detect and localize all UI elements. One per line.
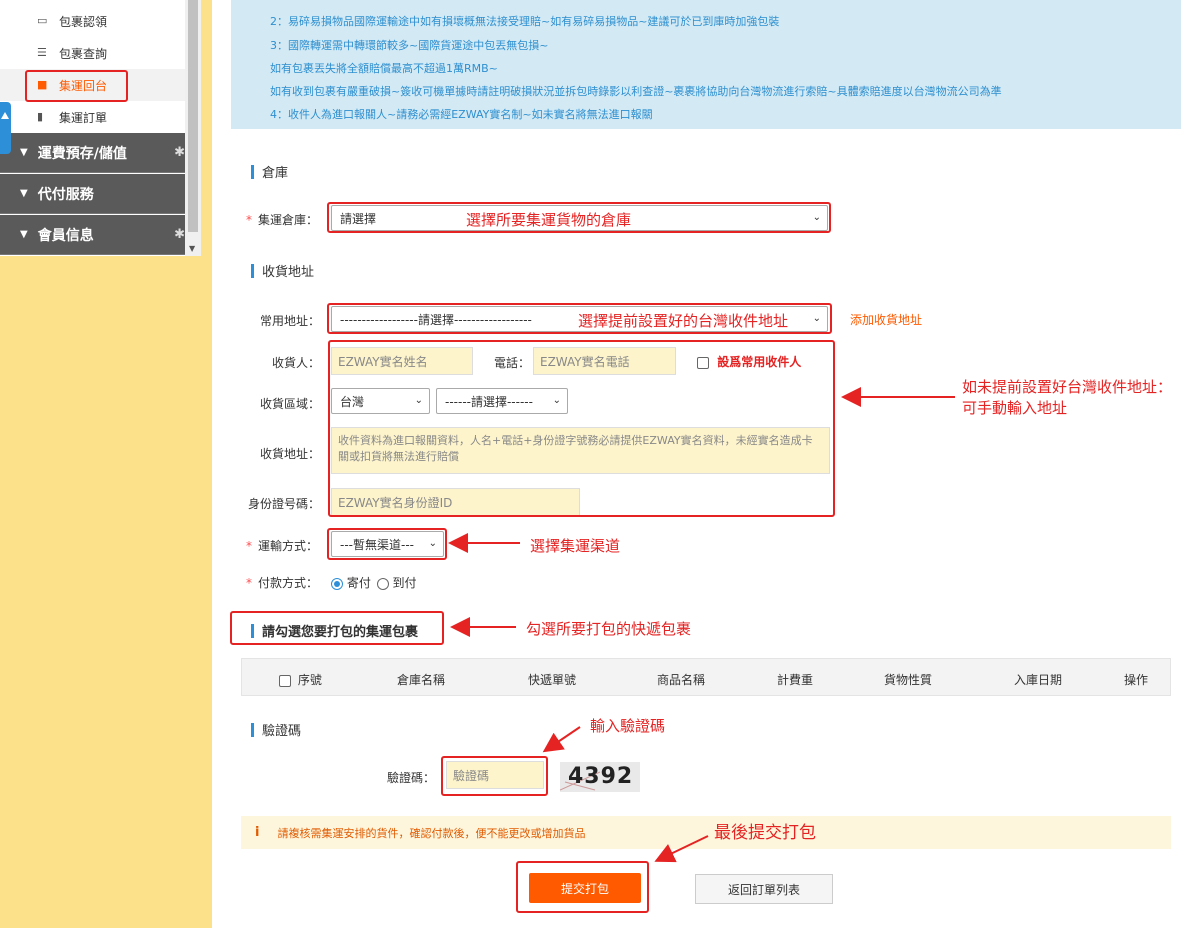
annotation-common-address: 選擇提前設置好的台灣收件地址 (578, 312, 789, 330)
highlight-box-shipping (327, 528, 447, 560)
book-icon: ▮ (37, 110, 44, 123)
column-header-index[interactable]: 序號 (279, 671, 322, 688)
column-header-date: 入庫日期 (1014, 673, 1063, 687)
column-header-weight: 計費重 (777, 673, 814, 687)
sidebar-group-label: 會員信息 (37, 227, 94, 244)
highlight-box-submit (516, 861, 649, 913)
confirm-warning: i 請複核需集運安排的貨件，確認付款後，便不能更改或增加貨品 (241, 816, 1171, 849)
section-title-captcha: 驗證碼 (251, 720, 301, 739)
address-label: 收貨地址： (260, 447, 321, 461)
add-address-link[interactable]: 添加收貨地址 (850, 311, 922, 328)
column-header-warehouse: 倉庫名稱 (397, 673, 446, 687)
annotation-packages: 勾選所要打包的快遞包裹 (526, 620, 692, 638)
info-icon: i (255, 825, 260, 840)
annotation-warehouse: 選擇所要集運貨物的倉庫 (466, 211, 632, 229)
highlight-box-captcha (441, 756, 548, 796)
arrow-captcha (542, 726, 581, 753)
gear-icon: ✱ (174, 227, 185, 242)
notice-line: 如有收到包裹有嚴重破損~簽收可機單據時請註明破損狀況並拆包時錄影以利查證~裹裹將… (270, 85, 1002, 98)
payment-radio-group: 寄付 到付 (331, 574, 417, 591)
gear-icon: ✱ (174, 145, 185, 160)
highlight-box-sidebar (25, 70, 128, 102)
captcha-image[interactable]: 4392 (560, 762, 640, 792)
captcha-text: 4392 (568, 764, 634, 789)
shipping-method-label: * 運輸方式： (246, 539, 319, 553)
highlight-box-packages (230, 611, 444, 645)
sidebar-item-label: 包裹認領 (59, 14, 108, 29)
warehouse-label: * 集運倉庫： (246, 213, 319, 227)
sidebar-item-shipping-orders[interactable]: ▮ 集運訂單 (0, 101, 185, 133)
common-address-label: 常用地址： (260, 314, 321, 328)
payment-option-collect-radio[interactable] (376, 577, 389, 590)
column-header-cargo-type: 貨物性質 (884, 673, 933, 687)
column-header-tracking: 快遞單號 (528, 673, 577, 687)
sidebar-item-package-claim[interactable]: ▭ 包裹認領 (0, 5, 185, 37)
inbox-icon: ▭ (37, 14, 48, 27)
annotation-manual-address-line2: 可手動輸入地址 (962, 399, 1068, 417)
column-header-product: 商品名稱 (657, 673, 706, 687)
annotation-captcha: 輸入驗證碼 (590, 717, 666, 735)
caret-down-icon: ▼ (20, 147, 28, 158)
sidebar-item-label: 包裹查詢 (59, 46, 108, 61)
column-header-actions: 操作 (1124, 673, 1149, 687)
collapse-tab-button[interactable] (0, 102, 11, 154)
sidebar-group-label: 代付服務 (37, 186, 94, 203)
back-to-orders-button[interactable]: 返回訂單列表 (695, 874, 833, 904)
annotation-shipping: 選擇集運渠道 (530, 537, 621, 555)
caret-down-icon: ▼ (20, 229, 28, 240)
notice-line: 如有包裹丟失將全額賠償最高不超過1萬RMB~ (270, 62, 498, 75)
notice-line: 3：國際轉運需中轉環節較多~國際貨運途中包丟無包損~ (270, 39, 549, 52)
region-label: 收貨區域： (260, 397, 321, 411)
section-title-address: 收貨地址 (251, 261, 314, 280)
scroll-down-arrow-icon[interactable]: ▼ (189, 244, 195, 253)
id-number-label: 身份證号碼： (248, 497, 321, 511)
list-icon: ☰ (37, 46, 47, 59)
sidebar-group-payment-service[interactable]: ▼ 代付服務 (0, 174, 185, 214)
packages-table-header: 序號 倉庫名稱 快遞單號 商品名稱 計費重 貨物性質 入庫日期 操作 (241, 658, 1171, 696)
notice-line: 4：收件人為進口報關人~請務必需經EZWAY實名制~如未實名將無法進口報關 (270, 108, 653, 121)
payment-option-prepaid-radio[interactable] (331, 577, 343, 590)
annotation-submit: 最後提交打包 (714, 823, 816, 843)
sidebar-group-freight-prepay[interactable]: ▼ 運費預存/儲值 ✱ (0, 133, 185, 173)
select-all-checkbox[interactable] (279, 674, 291, 687)
annotation-manual-address-line1: 如未提前設置好台灣收件地址： (962, 378, 1173, 396)
captcha-label: 驗證碼： (387, 771, 436, 785)
caret-down-icon: ▼ (20, 188, 28, 199)
notice-box: 2：易碎易損物品國際運輸途中如有損壞概無法接受理賠~如有易碎易損物品~建議可於已… (231, 0, 1181, 129)
sidebar-group-label: 運費預存/儲值 (37, 145, 127, 162)
sidebar-scrollbar[interactable]: ▼ (185, 0, 201, 256)
payment-method-label: * 付款方式： (246, 576, 319, 590)
sidebar-item-label: 集運訂單 (59, 110, 108, 125)
recipient-label: 收貨人： (272, 356, 321, 370)
highlight-box-manual-address (328, 340, 835, 517)
section-title-warehouse: 倉庫 (251, 162, 288, 181)
notice-line: 2：易碎易損物品國際運輸途中如有損壞概無法接受理賠~如有易碎易損物品~建議可於已… (270, 15, 780, 28)
sidebar: ▭ 包裹認領 ☰ 包裹查詢 ■ 集運回台 ▮ 集運訂單 ▼ 運費預存/儲值 ✱ … (0, 0, 201, 256)
scrollbar-thumb[interactable] (188, 0, 198, 232)
sidebar-group-member-info[interactable]: ▼ 會員信息 ✱ (0, 215, 185, 255)
sidebar-item-package-query[interactable]: ☰ 包裹查詢 (0, 37, 185, 69)
